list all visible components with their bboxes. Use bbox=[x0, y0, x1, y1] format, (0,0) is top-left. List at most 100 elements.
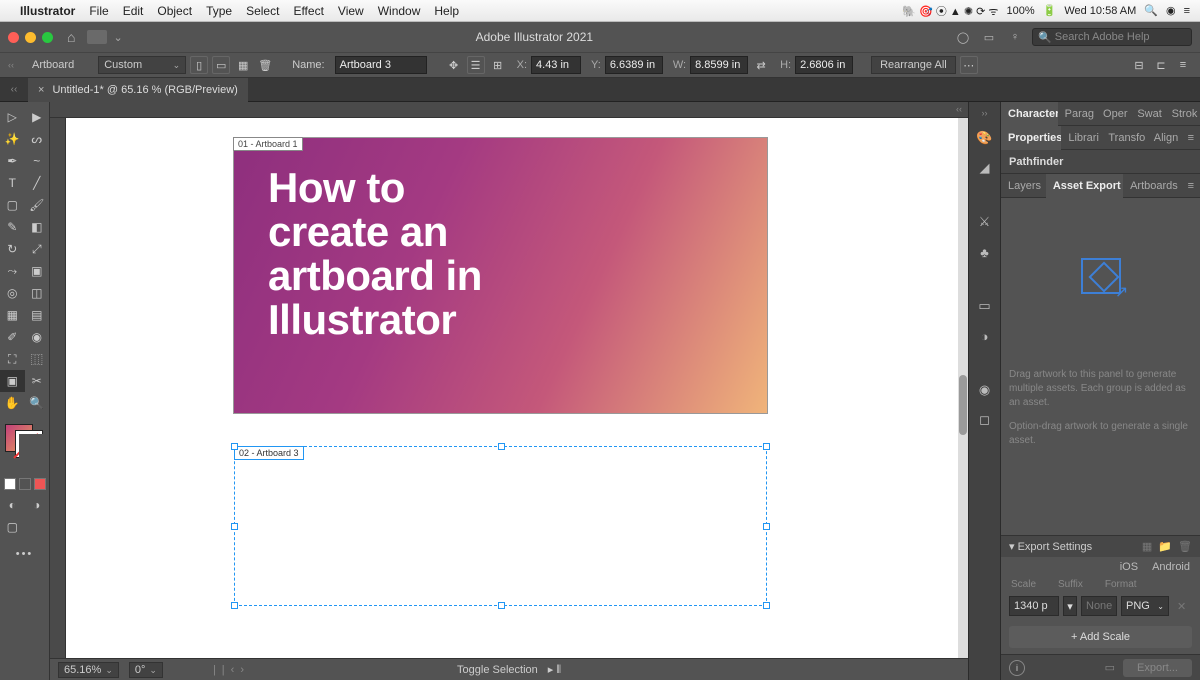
expand-left-icon[interactable]: ‹‹ bbox=[8, 60, 14, 70]
workspace-switcher[interactable] bbox=[87, 30, 107, 44]
edit-toolbar-icon[interactable]: ••• bbox=[16, 548, 34, 560]
collapse-right-icon[interactable]: ‹‹ bbox=[950, 102, 968, 116]
tab-artboards[interactable]: Artboards bbox=[1123, 174, 1181, 198]
delete-artboard-icon[interactable]: 🗑 bbox=[256, 56, 274, 74]
platform-ios[interactable]: iOS bbox=[1120, 561, 1138, 573]
chevron-down-icon[interactable]: ⌄ bbox=[113, 31, 122, 44]
rotate-select[interactable]: 0° bbox=[129, 662, 163, 678]
shape-builder-tool-icon[interactable]: ◎ bbox=[0, 282, 25, 304]
brush-tool-icon[interactable]: 🖌 bbox=[25, 194, 50, 216]
zoom-tool-icon[interactable]: 🔍 bbox=[25, 392, 50, 414]
scale-dropdown[interactable]: ▾ bbox=[1063, 596, 1077, 616]
graph-tool-icon[interactable]: ⿲ bbox=[25, 348, 50, 370]
draw-mode-icon[interactable]: ◐ bbox=[0, 494, 25, 516]
tab-stroke[interactable]: Strok bbox=[1165, 102, 1200, 126]
symbol-sprayer-tool-icon[interactable]: ⛶ bbox=[0, 348, 25, 370]
brushes-panel-icon[interactable]: ⚔ bbox=[975, 212, 995, 232]
app-name[interactable]: Illustrator bbox=[20, 4, 75, 18]
vertical-scrollbar[interactable] bbox=[958, 118, 968, 658]
shaper-tool-icon[interactable]: ✎ bbox=[0, 216, 25, 238]
trash-icon[interactable]: 🗑 bbox=[1178, 540, 1192, 553]
grid-icon[interactable]: ▦ bbox=[1142, 540, 1152, 553]
resize-handle[interactable] bbox=[498, 443, 505, 450]
document-tab[interactable]: × Untitled-1* @ 65.16 % (RGB/Preview) bbox=[28, 78, 248, 102]
eraser-tool-icon[interactable]: ◧ bbox=[25, 216, 50, 238]
dock-expand-icon[interactable]: ›› bbox=[982, 108, 988, 118]
w-input[interactable]: 8.8599 in bbox=[690, 56, 748, 74]
blend-tool-icon[interactable]: ◉ bbox=[25, 326, 50, 348]
panel-menu-icon[interactable]: ≡ bbox=[1182, 180, 1200, 192]
tab-swatches[interactable]: Swat bbox=[1130, 102, 1164, 126]
eyedropper-tool-icon[interactable]: ✐ bbox=[0, 326, 25, 348]
home-icon[interactable]: ⌂ bbox=[67, 29, 75, 45]
lasso-tool-icon[interactable]: ᔕ bbox=[25, 128, 50, 150]
reference-point-icon[interactable]: ⊞ bbox=[489, 56, 507, 74]
asset-drop-zone[interactable] bbox=[1009, 208, 1192, 368]
change-screen-icon[interactable]: ▢ bbox=[0, 516, 25, 538]
menu-effect[interactable]: Effect bbox=[293, 4, 323, 18]
tab-layers[interactable]: Layers bbox=[1001, 174, 1046, 198]
panel-menu-icon[interactable]: ≡ bbox=[1182, 132, 1200, 144]
screen-mode-icon[interactable]: ◑ bbox=[25, 494, 50, 516]
export-preview-icon[interactable]: ▭ bbox=[1105, 661, 1115, 674]
info-icon[interactable]: i bbox=[1009, 660, 1025, 676]
align-icon[interactable]: ⊟ bbox=[1130, 56, 1148, 74]
orientation-portrait-icon[interactable]: ▯ bbox=[190, 56, 208, 74]
perspective-tool-icon[interactable]: ◫ bbox=[25, 282, 50, 304]
width-tool-icon[interactable]: ⤳ bbox=[0, 260, 25, 282]
appearance-panel-icon[interactable]: ◻ bbox=[975, 410, 995, 430]
distribute-icon[interactable]: ⊏ bbox=[1152, 56, 1170, 74]
canvas[interactable]: 01 - Artboard 1 How tocreate anartboard … bbox=[66, 118, 968, 658]
slice-tool-icon[interactable]: ✂ bbox=[25, 370, 50, 392]
resize-handle[interactable] bbox=[231, 523, 238, 530]
window-controls[interactable] bbox=[8, 32, 53, 43]
zoom-select[interactable]: 65.16% bbox=[58, 662, 119, 678]
artboard-options-icon[interactable]: ☰ bbox=[467, 56, 485, 74]
tab-properties[interactable]: Properties bbox=[1001, 126, 1061, 150]
hand-tool-icon[interactable]: ✋ bbox=[0, 392, 25, 414]
suffix-input[interactable]: None bbox=[1081, 596, 1117, 616]
selection-tool-icon[interactable]: ▷ bbox=[0, 106, 25, 128]
artboard-2-selected[interactable]: 02 - Artboard 3 bbox=[234, 446, 767, 606]
orientation-landscape-icon[interactable]: ▭ bbox=[212, 56, 230, 74]
scale-input[interactable]: 1340 p bbox=[1009, 596, 1059, 616]
gradient-panel-icon[interactable]: ◑ bbox=[975, 326, 995, 346]
resize-handle[interactable] bbox=[231, 602, 238, 609]
rotate-tool-icon[interactable]: ↻ bbox=[0, 238, 25, 260]
tab-opentype[interactable]: Oper bbox=[1096, 102, 1130, 126]
menu-view[interactable]: View bbox=[338, 4, 364, 18]
resize-handle[interactable] bbox=[763, 523, 770, 530]
tab-align[interactable]: Align bbox=[1147, 126, 1182, 150]
free-transform-tool-icon[interactable]: ▣ bbox=[25, 260, 50, 282]
curvature-tool-icon[interactable]: ~ bbox=[25, 150, 50, 172]
tab-paragraph[interactable]: Parag bbox=[1058, 102, 1096, 126]
tab-libraries[interactable]: Librari bbox=[1061, 126, 1101, 150]
tabs-scroll-left[interactable]: ‹‹ bbox=[0, 84, 28, 95]
add-scale-button[interactable]: + Add Scale bbox=[1009, 626, 1192, 648]
type-tool-icon[interactable]: T bbox=[0, 172, 25, 194]
folder-icon[interactable]: 📁 bbox=[1158, 540, 1172, 553]
fill-stroke-swatch[interactable] bbox=[5, 420, 45, 460]
symbols-panel-icon[interactable]: ♣ bbox=[975, 242, 995, 262]
remove-row-icon[interactable]: ✕ bbox=[1177, 600, 1186, 613]
export-button[interactable]: Export... bbox=[1123, 659, 1192, 677]
platform-android[interactable]: Android bbox=[1152, 561, 1190, 573]
line-tool-icon[interactable]: ╱ bbox=[25, 172, 50, 194]
menu-window[interactable]: Window bbox=[378, 4, 421, 18]
pen-tool-icon[interactable]: ✒ bbox=[0, 150, 25, 172]
x-input[interactable]: 4.43 in bbox=[531, 56, 581, 74]
help-search[interactable]: 🔍 Search Adobe Help bbox=[1032, 28, 1192, 46]
close-tab-icon[interactable]: × bbox=[38, 84, 44, 96]
menu-edit[interactable]: Edit bbox=[123, 4, 144, 18]
swatches-panel-icon[interactable]: ◢ bbox=[975, 158, 995, 178]
menu-type[interactable]: Type bbox=[206, 4, 232, 18]
menu-object[interactable]: Object bbox=[157, 4, 192, 18]
resize-handle[interactable] bbox=[231, 443, 238, 450]
menu-file[interactable]: File bbox=[89, 4, 108, 18]
move-with-artboard-icon[interactable]: ✥ bbox=[445, 56, 463, 74]
color-panel-icon[interactable]: 🎨 bbox=[975, 128, 995, 148]
tab-character[interactable]: Character bbox=[1001, 102, 1058, 126]
artboard-1[interactable]: 01 - Artboard 1 How tocreate anartboard … bbox=[234, 138, 767, 413]
y-input[interactable]: 6.6389 in bbox=[605, 56, 663, 74]
tab-transform[interactable]: Transfo bbox=[1101, 126, 1146, 150]
